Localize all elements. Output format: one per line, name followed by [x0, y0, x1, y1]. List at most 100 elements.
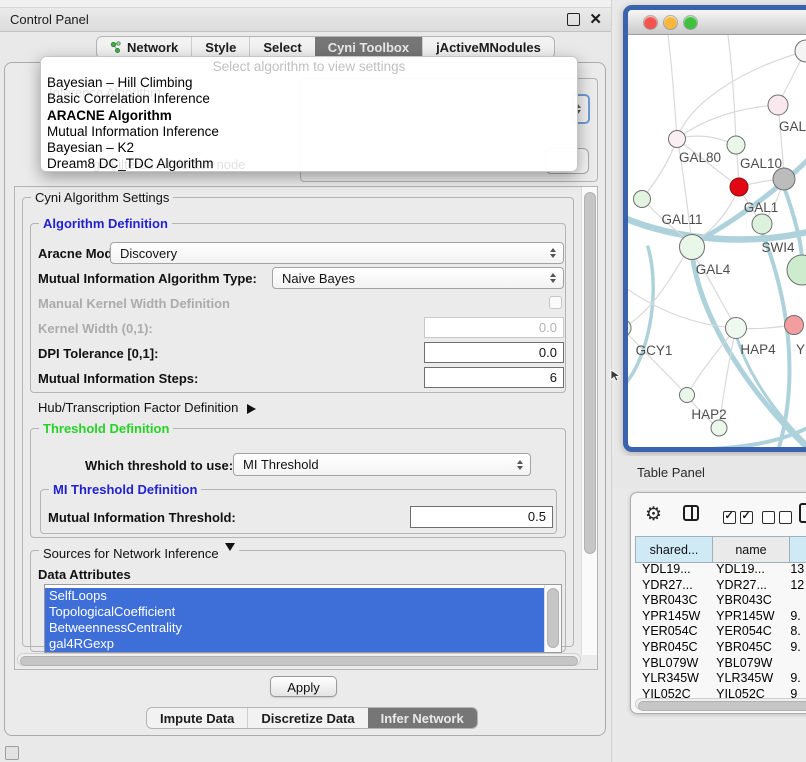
table-row-1[interactable]: YDR27...YDR27...12 — [635, 578, 806, 594]
float-panel-button[interactable] — [567, 13, 580, 26]
tab-label: Select — [263, 40, 301, 55]
algorithm-option-dream8-dc-tdc-algorithm[interactable]: Dream8 DC_TDC Algorithm — [41, 156, 577, 172]
sources-title[interactable]: Sources for Network Inference — [39, 543, 239, 561]
settings-horizontal-scrollbar[interactable] — [17, 653, 581, 666]
network-node-10[interactable] — [628, 319, 631, 337]
new-table-icon[interactable] — [799, 503, 806, 523]
stepper-icon — [550, 273, 556, 283]
minimize-traffic-light[interactable] — [664, 16, 677, 29]
cell: YLR345W — [709, 671, 783, 687]
attribute-item-betweennesscentrality[interactable]: BetweennessCentrality — [45, 620, 544, 636]
cell: YDR27... — [709, 578, 783, 594]
node-label-hap4: HAP4 — [740, 342, 776, 357]
algorithm-option-basic-correlation-inference[interactable]: Basic Correlation Inference — [41, 91, 577, 107]
which-threshold-select[interactable]: MI Threshold — [233, 453, 531, 476]
apply-button[interactable]: Apply — [270, 676, 337, 697]
cell: 8. — [783, 624, 806, 640]
column-layout-icon[interactable] — [683, 505, 699, 521]
algorithm-option-mutual-information-inference[interactable]: Mutual Information Inference — [41, 124, 577, 140]
close-panel-button[interactable]: ✕ — [589, 14, 602, 25]
network-canvas[interactable]: GALGAL80GAL10GAL1GAL11SWI4GAL4GCY1HAP4YH… — [628, 35, 806, 448]
network-node-5[interactable] — [773, 168, 795, 190]
table-body: YDL19...YDL19...13YDR27...YDR27...12YBR0… — [635, 562, 806, 702]
table-row-2[interactable]: YBR043CYBR043C — [635, 593, 806, 609]
manual-kernel-label: Manual Kernel Width Definition — [38, 296, 230, 311]
node-label-y: Y — [796, 342, 805, 357]
node-label-gal4: GAL4 — [696, 262, 731, 277]
tab-network[interactable]: Network — [97, 37, 191, 58]
zoom-traffic-light[interactable] — [684, 16, 697, 29]
network-node-0[interactable] — [795, 40, 806, 62]
network-node-9[interactable] — [787, 255, 806, 285]
column-header-name[interactable]: name — [713, 536, 790, 563]
tab-cyni-toolbox[interactable]: Cyni Toolbox — [315, 37, 422, 58]
tab-label: jActiveMNodules — [436, 40, 541, 55]
deselect-all-columns-icon[interactable] — [762, 511, 792, 524]
tab-impute-data[interactable]: Impute Data — [147, 708, 247, 728]
network-node-12[interactable] — [785, 316, 804, 335]
tab-style[interactable]: Style — [191, 37, 249, 58]
stepper-icon — [517, 460, 523, 470]
network-node-8[interactable] — [680, 235, 705, 260]
settings-vertical-scrollbar[interactable] — [581, 187, 597, 655]
table-row-7[interactable]: YLR345WYLR345W9. — [635, 671, 806, 687]
table-row-6[interactable]: YBL079WYBL079W — [635, 656, 806, 672]
network-node-7[interactable] — [752, 214, 772, 234]
mi-steps-field[interactable]: 6 — [424, 367, 564, 388]
cell: 13 — [783, 562, 806, 578]
cell: YER054C — [709, 624, 783, 640]
cell: 9. — [783, 609, 806, 625]
algorithm-option-aracne-algorithm[interactable]: ARACNE Algorithm — [41, 108, 577, 124]
network-node-11[interactable] — [726, 318, 747, 339]
network-node-2[interactable] — [669, 131, 686, 148]
network-node-13[interactable] — [680, 388, 695, 403]
algorithm-option-bayesian-k2[interactable]: Bayesian – K2 — [41, 140, 577, 156]
network-node-3[interactable] — [727, 136, 745, 154]
mi-algorithm-type-select[interactable]: Naive Bayes — [272, 267, 564, 289]
cell: YBL079W — [709, 656, 783, 672]
table-row-4[interactable]: YER054CYER054C8. — [635, 624, 806, 640]
tab-infer-network[interactable]: Infer Network — [368, 708, 477, 728]
table-settings-gear-icon[interactable]: ⚙ — [645, 503, 662, 526]
table-row-0[interactable]: YDL19...YDL19...13 — [635, 562, 806, 578]
network-node-4[interactable] — [730, 178, 748, 196]
table-panel-title: Table Panel — [637, 465, 705, 480]
column-header-a[interactable]: A — [790, 536, 806, 563]
stepper-icon — [550, 248, 556, 258]
tab-jactivemnodules[interactable]: jActiveMNodules — [422, 37, 554, 58]
control-panel-title: Control Panel — [10, 12, 89, 27]
mi-threshold-group-title: MI Threshold Definition — [49, 482, 201, 497]
table-row-5[interactable]: YBR045CYBR045C9. — [635, 640, 806, 656]
hub-definition-expander[interactable]: Hub/Transcription Factor Definition — [38, 400, 261, 415]
dpi-tolerance-field[interactable]: 0.0 — [424, 342, 564, 363]
network-node-14[interactable] — [711, 420, 727, 436]
cell: YDL19... — [635, 562, 709, 578]
cell: YPR145W — [635, 609, 709, 625]
cyni-settings-title: Cyni Algorithm Settings — [31, 190, 173, 205]
network-node-6[interactable] — [634, 191, 651, 208]
aracne-mode-select[interactable]: Discovery — [110, 242, 564, 264]
attribute-item-gal4rgexp[interactable]: gal4RGexp — [45, 636, 544, 652]
close-traffic-light[interactable] — [644, 16, 657, 29]
tab-label: Style — [205, 40, 236, 55]
column-header-shared[interactable]: shared... — [635, 536, 713, 563]
tab-discretize-data[interactable]: Discretize Data — [247, 708, 367, 728]
table-row-3[interactable]: YPR145WYPR145W9. — [635, 609, 806, 625]
kernel-width-field[interactable]: 0.0 — [424, 317, 564, 338]
tab-select[interactable]: Select — [249, 37, 314, 58]
select-all-columns-icon[interactable] — [723, 511, 753, 524]
panel-grip[interactable] — [5, 746, 19, 760]
attributes-scrollbar[interactable] — [544, 585, 561, 652]
mi-threshold-field[interactable]: 0.5 — [410, 506, 553, 528]
table-horizontal-scrollbar[interactable] — [635, 698, 806, 710]
tab-label: Infer Network — [381, 711, 464, 726]
manual-kernel-checkbox[interactable] — [549, 296, 562, 309]
attribute-item-selfloops[interactable]: SelfLoops — [45, 588, 544, 604]
attribute-item-topologicalcoefficient[interactable]: TopologicalCoefficient — [45, 604, 544, 620]
network-node-1[interactable] — [768, 95, 788, 115]
screen: { "panel": { "title": "Control Panel" },… — [0, 0, 806, 762]
table-header-row: shared...nameA — [635, 536, 806, 563]
network-view-window[interactable]: GALGAL80GAL10GAL1GAL11SWI4GAL4GCY1HAP4YH… — [623, 5, 806, 452]
algorithm-option-bayesian-hill-climbing[interactable]: Bayesian – Hill Climbing — [41, 75, 577, 91]
mi-algorithm-type-label: Mutual Information Algorithm Type: — [38, 271, 257, 286]
